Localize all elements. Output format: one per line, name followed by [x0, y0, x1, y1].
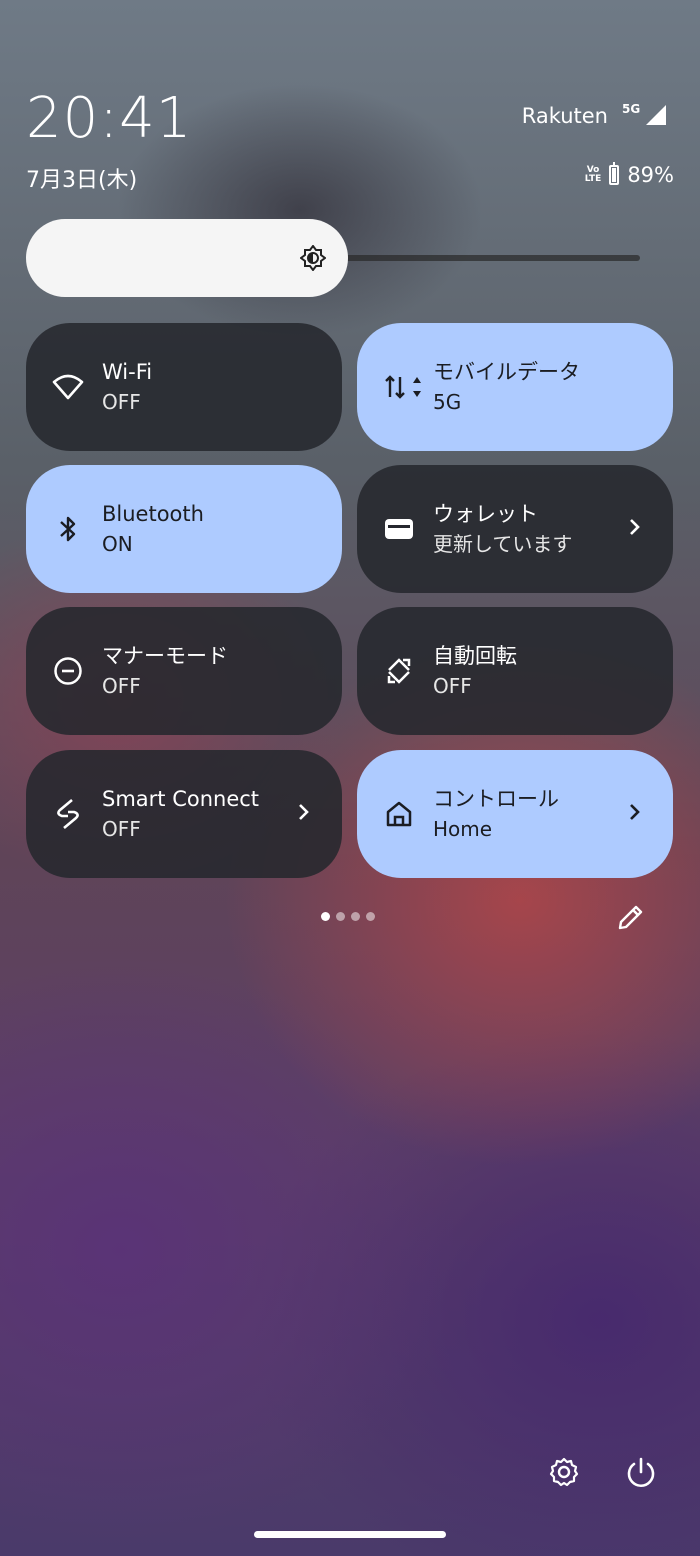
- brightness-slider[interactable]: [26, 219, 348, 297]
- battery-status: Vo LTE 89%: [584, 162, 674, 187]
- tile-title: コントロール: [433, 787, 559, 811]
- do-not-disturb-icon: [52, 655, 84, 687]
- tile-bluetooth[interactable]: Bluetooth ON: [26, 465, 342, 593]
- battery-icon: [609, 162, 620, 185]
- signal-indicator: 5G: [622, 102, 668, 126]
- tile-mobile-data[interactable]: モバイルデータ 5G: [357, 323, 673, 451]
- tile-smart-connect[interactable]: Smart Connect OFF: [26, 750, 342, 878]
- mobile-data-icon: [383, 371, 423, 403]
- clock: 20:41: [26, 86, 193, 151]
- date: 7月3日(木): [26, 168, 138, 193]
- page-dot: [321, 912, 330, 921]
- tile-wifi[interactable]: Wi-Fi OFF: [26, 323, 342, 451]
- tile-subtitle: OFF: [102, 817, 141, 841]
- tile-subtitle: Home: [433, 817, 493, 841]
- tile-subtitle: 更新しています: [433, 532, 573, 556]
- tile-title: 自動回転: [433, 644, 517, 668]
- auto-rotate-icon: [383, 655, 415, 687]
- tile-title: Smart Connect: [102, 787, 260, 811]
- smart-connect-icon: [52, 798, 84, 830]
- signal-icon: [646, 105, 666, 125]
- home-icon: [383, 798, 415, 830]
- tile-subtitle: ON: [102, 532, 133, 556]
- wifi-icon: [52, 371, 84, 403]
- edit-icon[interactable]: [616, 902, 646, 932]
- tile-home-control[interactable]: コントロール Home: [357, 750, 673, 878]
- tile-subtitle: OFF: [102, 390, 141, 414]
- volte-icon: Vo LTE: [584, 165, 602, 184]
- carrier-name: Rakuten: [521, 104, 608, 128]
- page-indicator: [321, 912, 375, 921]
- brightness-icon: [300, 245, 326, 271]
- tile-title: Wi-Fi: [102, 360, 153, 384]
- chevron-right-icon: [629, 517, 643, 542]
- tile-title: モバイルデータ: [433, 360, 580, 384]
- tile-subtitle: OFF: [102, 674, 141, 698]
- tile-subtitle: 5G: [433, 390, 462, 414]
- page-dot: [351, 912, 360, 921]
- wallet-icon: [383, 513, 415, 545]
- tile-subtitle: OFF: [433, 674, 472, 698]
- chevron-right-icon: [298, 802, 312, 827]
- page-dot: [366, 912, 375, 921]
- page-dot: [336, 912, 345, 921]
- power-icon[interactable]: [624, 1456, 658, 1490]
- tile-title: ウォレット: [433, 502, 538, 526]
- bluetooth-icon: [52, 513, 84, 545]
- chevron-right-icon: [629, 802, 643, 827]
- settings-gear-icon[interactable]: [548, 1456, 580, 1488]
- tile-title: Bluetooth: [102, 502, 204, 526]
- tile-wallet[interactable]: ウォレット 更新しています: [357, 465, 673, 593]
- tile-do-not-disturb[interactable]: マナーモード OFF: [26, 607, 342, 735]
- brightness-track[interactable]: [340, 255, 640, 261]
- battery-percent: 89%: [627, 163, 674, 187]
- tile-title: マナーモード: [102, 644, 228, 668]
- home-gesture-bar[interactable]: [254, 1531, 446, 1538]
- tile-auto-rotate[interactable]: 自動回転 OFF: [357, 607, 673, 735]
